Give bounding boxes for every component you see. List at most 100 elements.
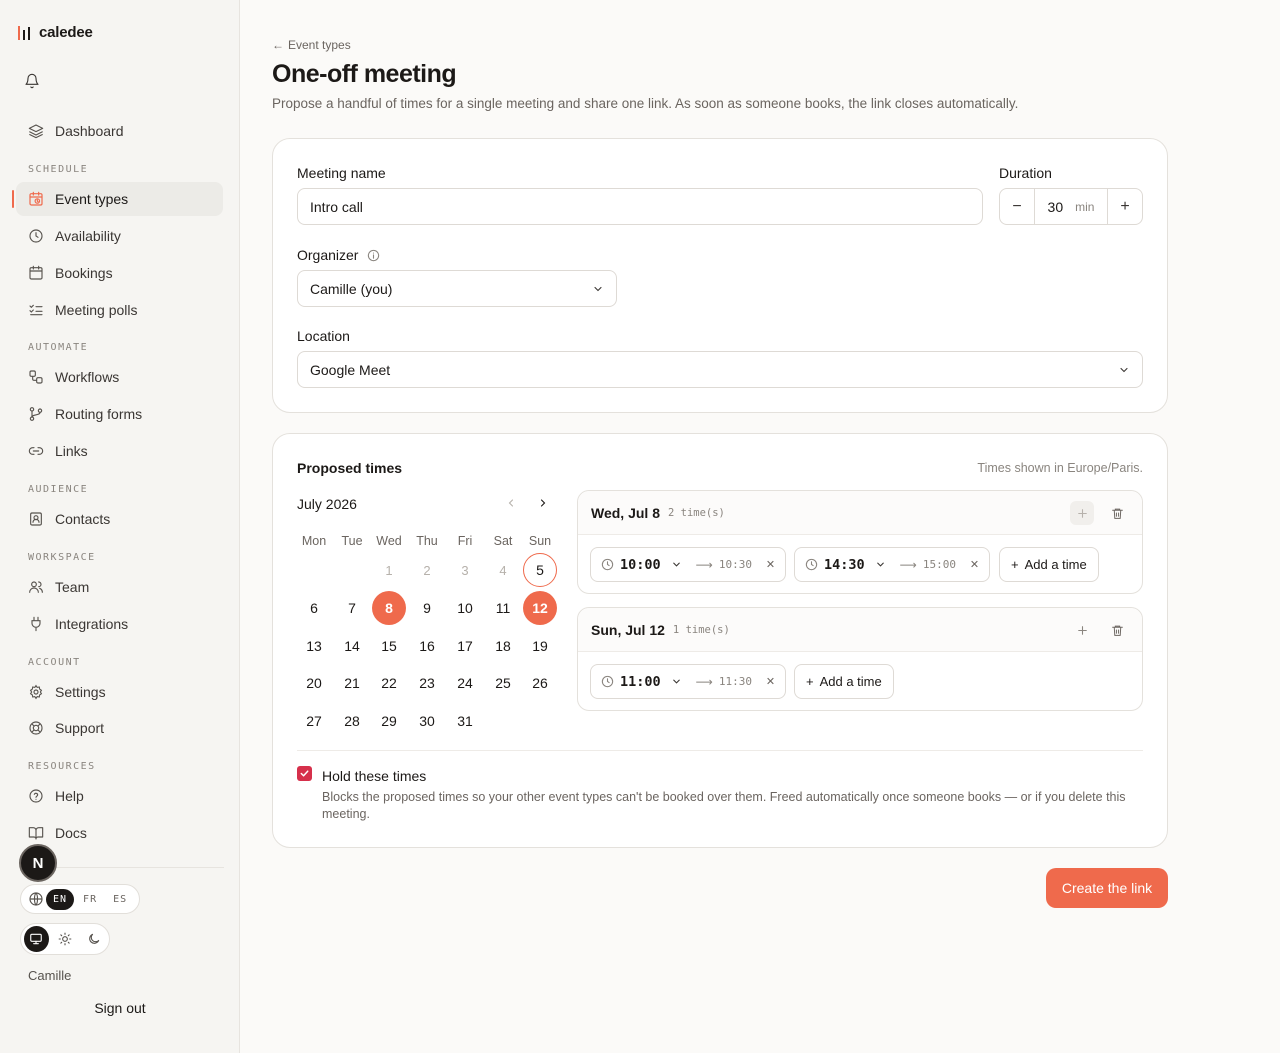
calendar-day[interactable]: 27 (297, 704, 331, 738)
location-value: Google Meet (310, 361, 391, 378)
brand[interactable]: caledee (18, 24, 93, 41)
sidebar-item-integrations[interactable]: Integrations (16, 607, 223, 641)
sidebar-item-label: Integrations (55, 616, 129, 632)
time-slot[interactable]: 14:30 ⟶ 15:00 ✕ (794, 547, 990, 582)
sidebar-item-team[interactable]: Team (16, 570, 223, 604)
sidebar-item-dashboard[interactable]: Dashboard (16, 114, 223, 148)
day-panel-count: 2 time(s) (667, 506, 725, 519)
sidebar-item-routing-forms[interactable]: Routing forms (16, 397, 223, 431)
calendar-day[interactable]: 9 (410, 591, 444, 625)
day-panel-sun-jul-12: Sun, Jul 12 1 time(s) 11:00 ⟶ 11:30 ✕ + … (577, 607, 1143, 711)
info-icon[interactable] (367, 249, 380, 262)
back-link[interactable]: ← Event types (272, 38, 351, 52)
calendar-day[interactable]: 29 (372, 704, 406, 738)
sidebar-item-workflows[interactable]: Workflows (16, 360, 223, 394)
section-account: ACCOUNT (28, 657, 81, 668)
slot-end-time: 10:30 (718, 558, 752, 571)
calendar-day[interactable]: 15 (372, 629, 406, 663)
day-panel-title: Sun, Jul 12 (591, 621, 665, 638)
calendar-day-today[interactable]: 5 (523, 553, 557, 587)
sidebar-item-links[interactable]: Links (16, 434, 223, 468)
theme-dark-button[interactable] (81, 926, 106, 952)
language-en[interactable]: EN (46, 888, 75, 910)
language-fr[interactable]: FR (76, 889, 104, 910)
sidebar-item-contacts[interactable]: Contacts (16, 502, 223, 536)
location-label: Location (297, 328, 350, 344)
location-select[interactable]: Google Meet (297, 351, 1143, 388)
bell-icon[interactable] (24, 73, 40, 89)
duration-decrement-button[interactable]: − (1000, 189, 1034, 224)
calendar-day[interactable]: 6 (297, 591, 331, 625)
delete-day-button[interactable] (1105, 618, 1129, 642)
calendar-day[interactable]: 21 (335, 666, 369, 700)
calendar-day-selected[interactable]: 8 (372, 591, 406, 625)
weekday-sun: Sun (528, 534, 552, 548)
duration-value-field[interactable]: 30 min (1034, 189, 1108, 224)
calendar-day[interactable]: 18 (486, 629, 520, 663)
create-link-button[interactable]: Create the link (1046, 868, 1168, 908)
calendar-day-selected[interactable]: 12 (523, 591, 557, 625)
plus-icon (1077, 625, 1087, 635)
hold-times-checkbox[interactable] (297, 766, 312, 781)
calendar-day[interactable]: 22 (372, 666, 406, 700)
sidebar-item-event-types[interactable]: Event types (12, 182, 223, 216)
clock-icon (805, 558, 818, 571)
calendar-day[interactable]: 11 (486, 591, 520, 625)
slot-end-time: 11:30 (718, 675, 752, 688)
weekday-fri: Fri (457, 534, 473, 548)
sidebar-item-label: Support (55, 720, 105, 736)
sidebar-item-docs[interactable]: Docs (16, 816, 223, 850)
calendar-day[interactable]: 24 (448, 666, 482, 700)
organizer-select[interactable]: Camille (you) (297, 270, 617, 307)
calendar-day[interactable]: 31 (448, 704, 482, 738)
clock-icon (29, 229, 43, 243)
duration-increment-button[interactable]: + (1108, 189, 1142, 224)
sidebar-item-meeting-polls[interactable]: Meeting polls (16, 293, 223, 327)
day-panel-header: Sun, Jul 12 1 time(s) (578, 608, 1142, 652)
calendar-day[interactable]: 28 (335, 704, 369, 738)
add-slot-button[interactable] (1070, 501, 1094, 525)
sidebar: caledee Dashboard SCHEDULE Event types A… (0, 0, 240, 1053)
sidebar-item-label: Docs (55, 825, 87, 841)
sidebar-item-settings[interactable]: Settings (16, 675, 223, 709)
sidebar-item-support[interactable]: Support (16, 711, 223, 745)
calendar-day[interactable]: 26 (523, 666, 557, 700)
calendar-day[interactable]: 10 (448, 591, 482, 625)
calendar-day[interactable]: 13 (297, 629, 331, 663)
calendar-day[interactable]: 19 (523, 629, 557, 663)
calendar-day[interactable]: 14 (335, 629, 369, 663)
time-slot[interactable]: 11:00 ⟶ 11:30 ✕ (590, 664, 786, 699)
time-slot[interactable]: 10:00 ⟶ 10:30 ✕ (590, 547, 786, 582)
sidebar-item-help[interactable]: Help (16, 779, 223, 813)
calendar-day[interactable]: 25 (486, 666, 520, 700)
add-time-button[interactable]: + Add a time (999, 547, 1099, 582)
remove-slot-icon[interactable]: ✕ (764, 675, 777, 688)
calendar-day[interactable]: 16 (410, 629, 444, 663)
remove-slot-icon[interactable]: ✕ (968, 558, 981, 571)
chevron-right-icon (540, 499, 546, 507)
theme-system-button[interactable] (24, 926, 49, 952)
sidebar-item-availability[interactable]: Availability (16, 219, 223, 253)
proposed-times-card: Proposed times Times shown in Europe/Par… (272, 433, 1168, 848)
calendar-day[interactable]: 17 (448, 629, 482, 663)
sign-out-button[interactable]: Sign out (20, 1000, 220, 1024)
calendar-day[interactable]: 23 (410, 666, 444, 700)
add-time-button[interactable]: + Add a time (794, 664, 894, 699)
sidebar-item-bookings[interactable]: Bookings (16, 256, 223, 290)
calendar-prev-button[interactable] (500, 492, 522, 514)
remove-slot-icon[interactable]: ✕ (764, 558, 777, 571)
plug-icon (31, 616, 41, 632)
chevron-down-icon (594, 286, 602, 292)
arrow-right-icon: ⟶ (695, 674, 713, 689)
day-panel-count: 1 time(s) (672, 623, 730, 636)
language-es[interactable]: ES (106, 889, 134, 910)
meeting-name-input[interactable]: Intro call (297, 188, 983, 225)
theme-light-button[interactable] (53, 926, 78, 952)
delete-day-button[interactable] (1105, 501, 1129, 525)
calendar-day[interactable]: 7 (335, 591, 369, 625)
avatar[interactable]: N (19, 844, 57, 882)
calendar-day[interactable]: 20 (297, 666, 331, 700)
calendar-day[interactable]: 30 (410, 704, 444, 738)
add-slot-button[interactable] (1070, 618, 1094, 642)
calendar-next-button[interactable] (532, 492, 554, 514)
